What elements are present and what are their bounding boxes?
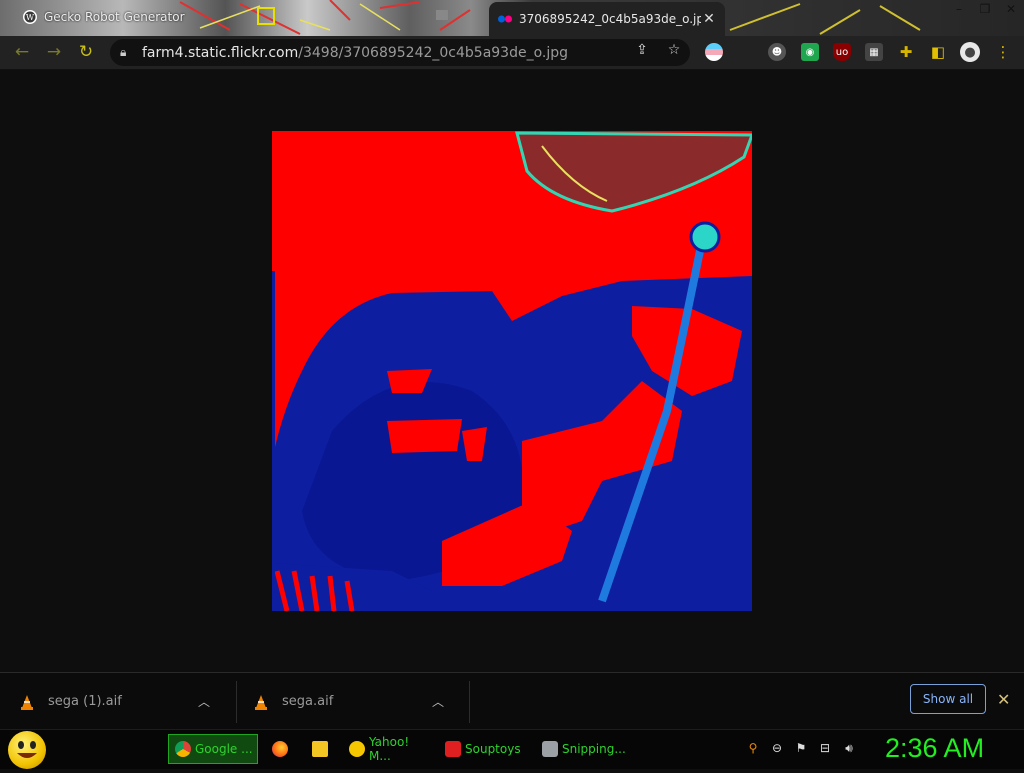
side-panel-icon[interactable]: ◧ xyxy=(929,43,947,61)
extension-green-icon[interactable]: ◉ xyxy=(801,43,819,61)
displayed-image[interactable] xyxy=(272,131,752,611)
extension-dark-icon[interactable]: ▦ xyxy=(865,43,883,61)
action-center-flag-icon[interactable]: ⚑ xyxy=(793,740,809,756)
download-filename: sega (1).aif xyxy=(48,694,122,709)
close-shelf-icon[interactable]: ✕ xyxy=(997,690,1010,709)
tab-strip: W Gecko Robot Generator 3706895242_0c4b5… xyxy=(0,0,1024,36)
taskbar-button-snipping[interactable]: Snipping... xyxy=(536,734,626,764)
profile-flag-icon[interactable] xyxy=(705,43,723,61)
profile-avatar-icon[interactable]: ● xyxy=(960,42,980,62)
start-smiley-icon[interactable] xyxy=(8,731,46,769)
yahoo-messenger-icon xyxy=(349,741,365,757)
tray-circle-icon[interactable]: ⊖ xyxy=(769,740,785,756)
taskbar-label: Google ... xyxy=(195,742,253,756)
svg-text:W: W xyxy=(26,13,35,22)
taskbar-button-yahoo[interactable]: Yahoo! M... xyxy=(343,734,431,764)
download-filename: sega.aif xyxy=(282,694,334,709)
share-icon[interactable]: ⇪ xyxy=(632,40,652,60)
reload-icon[interactable]: ↻ xyxy=(74,40,98,64)
souptoys-icon xyxy=(445,741,461,757)
taskbar-label: Yahoo! M... xyxy=(369,735,410,763)
flickr-icon xyxy=(498,15,512,23)
browser-toolbar: ← → ↻ 🔒︎ farm4.static.flickr.com/3498/37… xyxy=(0,36,1024,70)
taskbar-button-souptoys[interactable]: Souptoys xyxy=(439,734,529,764)
clock[interactable]: 2:36 AM xyxy=(885,733,984,764)
taskbar: Google ... Yahoo! M... Souptoys Snipping… xyxy=(0,729,1024,769)
maximize-icon[interactable]: ❐ xyxy=(972,0,998,20)
tab-image[interactable]: 3706895242_0c4b5a93de_o.jpg ✕ xyxy=(489,2,725,36)
chrome-icon xyxy=(175,741,191,757)
url-path: /3498/3706895242_0c4b5a93de_o.jpg xyxy=(298,44,569,61)
menu-kebab-icon[interactable]: ⋮ xyxy=(994,43,1012,61)
download-shelf: sega (1).aif ︿ sega.aif ︿ Show all ✕ xyxy=(0,672,1024,730)
download-item[interactable]: sega (1).aif ︿ xyxy=(0,673,236,730)
vlc-cone-icon xyxy=(255,694,267,710)
network-icon[interactable]: ⊟ xyxy=(817,740,833,756)
address-bar[interactable]: 🔒︎ farm4.static.flickr.com/3498/37068952… xyxy=(110,39,690,66)
taskbar-button-firefox[interactable] xyxy=(266,734,296,764)
forward-arrow-icon[interactable]: → xyxy=(42,40,66,64)
volume-icon[interactable]: 🔊︎ xyxy=(841,740,857,756)
taskbar-button-chrome[interactable]: Google ... xyxy=(168,734,258,764)
image-artwork xyxy=(272,131,752,611)
lock-icon: 🔒︎ xyxy=(120,45,127,59)
tab-gecko-robot-generator[interactable]: W Gecko Robot Generator xyxy=(14,2,254,32)
url-text: farm4.static.flickr.com/3498/3706895242_… xyxy=(142,45,568,61)
show-all-button[interactable]: Show all xyxy=(910,684,986,714)
close-window-icon[interactable]: ✕ xyxy=(998,0,1024,20)
taskbar-label: Souptoys xyxy=(465,742,521,756)
divider xyxy=(469,681,470,723)
tab-close-icon[interactable]: ✕ xyxy=(701,11,717,27)
url-host: farm4.static.flickr.com xyxy=(142,44,299,61)
firefox-icon xyxy=(272,741,288,757)
chevron-up-icon[interactable]: ︿ xyxy=(432,693,444,710)
taskbar-button-explorer[interactable] xyxy=(306,734,336,764)
extension-alien-icon[interactable]: ☻ xyxy=(768,43,786,61)
page-content xyxy=(0,70,1024,672)
search-magnifier-icon[interactable]: ⚲ xyxy=(745,740,761,756)
vlc-cone-icon xyxy=(21,694,33,710)
bookmark-star-icon[interactable]: ☆ xyxy=(664,40,684,60)
minimize-icon[interactable]: – xyxy=(946,0,972,20)
tab-title: 3706895242_0c4b5a93de_o.jpg xyxy=(519,12,701,26)
download-item[interactable]: sega.aif ︿ xyxy=(234,673,470,730)
taskbar-label: Snipping... xyxy=(562,742,626,756)
chevron-up-icon[interactable]: ︿ xyxy=(198,693,210,710)
back-arrow-icon[interactable]: ← xyxy=(10,40,34,64)
window-controls: – ❐ ✕ xyxy=(946,0,1024,20)
extensions-puzzle-icon[interactable]: ✚ xyxy=(897,43,915,61)
snipping-tool-icon xyxy=(542,741,558,757)
folder-icon xyxy=(312,741,328,757)
wordpress-icon: W xyxy=(23,10,37,24)
ublock-icon[interactable]: uo xyxy=(833,43,851,61)
tab-title: Gecko Robot Generator xyxy=(44,10,185,24)
